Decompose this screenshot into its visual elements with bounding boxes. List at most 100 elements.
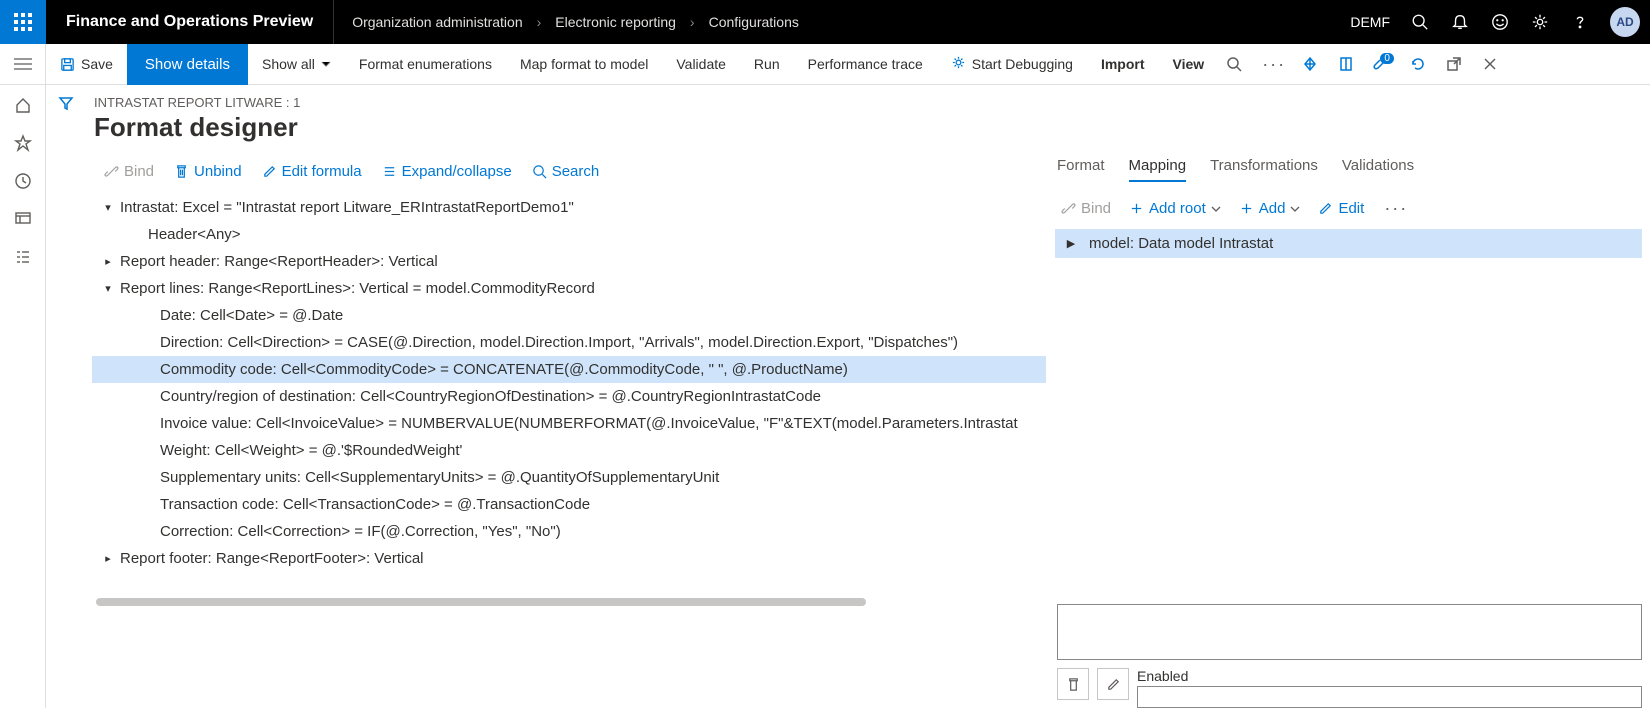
- edit-formula-label: Edit formula: [282, 163, 362, 180]
- add-button[interactable]: Add: [1235, 198, 1305, 219]
- save-button[interactable]: Save: [46, 44, 127, 85]
- breadcrumb-item[interactable]: Organization administration: [352, 14, 522, 30]
- caret-right-icon[interactable]: ▶: [1063, 237, 1079, 250]
- view-button[interactable]: View: [1159, 44, 1219, 85]
- map-bind-button[interactable]: Bind: [1057, 198, 1115, 219]
- popout-icon[interactable]: [1438, 44, 1470, 85]
- app-launcher[interactable]: [0, 0, 46, 44]
- map-bind-label: Bind: [1081, 200, 1111, 217]
- modules-icon[interactable]: [13, 247, 33, 267]
- validate-button[interactable]: Validate: [662, 44, 740, 85]
- tree-row[interactable]: Invoice value: Cell<InvoiceValue> = NUMB…: [92, 410, 1046, 437]
- format-tree: ▾Intrastat: Excel = "Intrastat report Li…: [92, 190, 1046, 592]
- search-label: Search: [552, 163, 600, 180]
- tab-transformations[interactable]: Transformations: [1210, 153, 1318, 182]
- recent-icon[interactable]: [13, 171, 33, 191]
- more-ellipsis-icon[interactable]: ···: [1258, 44, 1290, 85]
- caret-right-icon[interactable]: ▸: [100, 255, 116, 268]
- tree-row[interactable]: Direction: Cell<Direction> = CASE(@.Dire…: [92, 329, 1046, 356]
- tree-node-label: Direction: Cell<Direction> = CASE(@.Dire…: [156, 334, 958, 351]
- tree-row[interactable]: ▾Report lines: Range<ReportLines>: Verti…: [92, 275, 1046, 302]
- binding-textarea[interactable]: [1057, 604, 1642, 660]
- tree-search-button[interactable]: Search: [524, 159, 608, 184]
- enabled-label: Enabled: [1137, 668, 1642, 684]
- performance-trace-button[interactable]: Performance trace: [794, 44, 937, 85]
- map-edit-button[interactable]: Edit: [1314, 198, 1368, 219]
- gear-icon[interactable]: [1520, 0, 1560, 44]
- tree-row[interactable]: ▸Report footer: Range<ReportFooter>: Ver…: [92, 545, 1046, 572]
- avatar[interactable]: AD: [1610, 7, 1640, 37]
- run-button[interactable]: Run: [740, 44, 794, 85]
- map-edit-label: Edit: [1338, 200, 1364, 217]
- bind-button[interactable]: Bind: [96, 159, 162, 184]
- tree-node-label: Weight: Cell<Weight> = @.'$RoundedWeight…: [156, 442, 462, 459]
- tree-row[interactable]: Transaction code: Cell<TransactionCode> …: [92, 491, 1046, 518]
- help-icon[interactable]: [1560, 0, 1600, 44]
- tree-node-label: Supplementary units: Cell<SupplementaryU…: [156, 469, 719, 486]
- expand-collapse-label: Expand/collapse: [402, 163, 512, 180]
- enabled-input[interactable]: [1137, 686, 1642, 708]
- show-all-button[interactable]: Show all: [248, 44, 345, 85]
- breadcrumb-item[interactable]: Electronic reporting: [555, 14, 676, 30]
- save-label: Save: [81, 56, 113, 72]
- caret-right-icon[interactable]: ▸: [100, 552, 116, 565]
- nav-hamburger[interactable]: [0, 44, 46, 85]
- tree-row[interactable]: Correction: Cell<Correction> = IF(@.Corr…: [92, 518, 1046, 545]
- tree-row[interactable]: Weight: Cell<Weight> = @.'$RoundedWeight…: [92, 437, 1046, 464]
- company-selector[interactable]: DEMF: [1340, 14, 1400, 30]
- smiley-icon[interactable]: [1480, 0, 1520, 44]
- add-label: Add: [1259, 200, 1286, 217]
- refresh-icon[interactable]: [1402, 44, 1434, 85]
- tree-row[interactable]: ▸Report header: Range<ReportHeader>: Ver…: [92, 248, 1046, 275]
- attachments-icon[interactable]: 0: [1366, 44, 1398, 85]
- breadcrumb-item[interactable]: Configurations: [709, 14, 799, 30]
- page-title: Format designer: [94, 112, 1642, 143]
- office-icon[interactable]: [1330, 44, 1362, 85]
- start-debug-label: Start Debugging: [972, 56, 1073, 72]
- tree-node-label: Correction: Cell<Correction> = IF(@.Corr…: [156, 523, 561, 540]
- tab-format[interactable]: Format: [1057, 153, 1105, 182]
- tree-row[interactable]: Date: Cell<Date> = @.Date: [92, 302, 1046, 329]
- add-root-button[interactable]: Add root: [1125, 198, 1225, 219]
- horizontal-scrollbar[interactable]: [96, 598, 866, 606]
- caret-down-icon[interactable]: ▾: [100, 201, 116, 214]
- bind-label: Bind: [124, 163, 154, 180]
- tab-mapping[interactable]: Mapping: [1129, 153, 1187, 182]
- tree-row[interactable]: Commodity code: Cell<CommodityCode> = CO…: [92, 356, 1046, 383]
- tree-node-label: Transaction code: Cell<TransactionCode> …: [156, 496, 590, 513]
- caret-down-icon[interactable]: ▾: [100, 282, 116, 295]
- start-debugging-button[interactable]: Start Debugging: [937, 44, 1087, 85]
- tree-node-label: Commodity code: Cell<CommodityCode> = CO…: [156, 361, 848, 378]
- expand-collapse-button[interactable]: Expand/collapse: [374, 159, 520, 184]
- favorite-icon[interactable]: [13, 133, 33, 153]
- app-title[interactable]: Finance and Operations Preview: [46, 0, 334, 44]
- tree-node-label: Invoice value: Cell<InvoiceValue> = NUMB…: [156, 415, 1018, 432]
- debug-gear-icon: [951, 55, 966, 73]
- show-details-button[interactable]: Show details: [127, 44, 248, 85]
- tree-row[interactable]: Header<Any>: [92, 221, 1046, 248]
- edit-formula-button[interactable]: Edit formula: [254, 159, 370, 184]
- import-button[interactable]: Import: [1087, 44, 1159, 85]
- format-enumerations-button[interactable]: Format enumerations: [345, 44, 506, 85]
- workspace-icon[interactable]: [13, 209, 33, 229]
- tree-row[interactable]: Country/region of destination: Cell<Coun…: [92, 383, 1046, 410]
- unbind-label: Unbind: [194, 163, 242, 180]
- bell-icon[interactable]: [1440, 0, 1480, 44]
- tree-row[interactable]: Supplementary units: Cell<SupplementaryU…: [92, 464, 1046, 491]
- edit-binding-button[interactable]: [1097, 668, 1129, 700]
- delete-binding-button[interactable]: [1057, 668, 1089, 700]
- search-action-icon[interactable]: [1218, 44, 1250, 85]
- tree-node-label: Report header: Range<ReportHeader>: Vert…: [116, 253, 438, 270]
- close-icon[interactable]: [1474, 44, 1506, 85]
- map-format-button[interactable]: Map format to model: [506, 44, 662, 85]
- map-more-icon[interactable]: ···: [1378, 198, 1414, 219]
- diamond-icon[interactable]: [1294, 44, 1326, 85]
- model-node[interactable]: ▶ model: Data model Intrastat: [1055, 229, 1642, 258]
- report-identifier: INTRASTAT REPORT LITWARE : 1: [94, 95, 1642, 110]
- unbind-button[interactable]: Unbind: [166, 159, 250, 184]
- tab-validations[interactable]: Validations: [1342, 153, 1414, 182]
- home-icon[interactable]: [13, 95, 33, 115]
- tree-row[interactable]: ▾Intrastat: Excel = "Intrastat report Li…: [92, 194, 1046, 221]
- filter-icon[interactable]: [58, 95, 74, 116]
- search-icon[interactable]: [1400, 0, 1440, 44]
